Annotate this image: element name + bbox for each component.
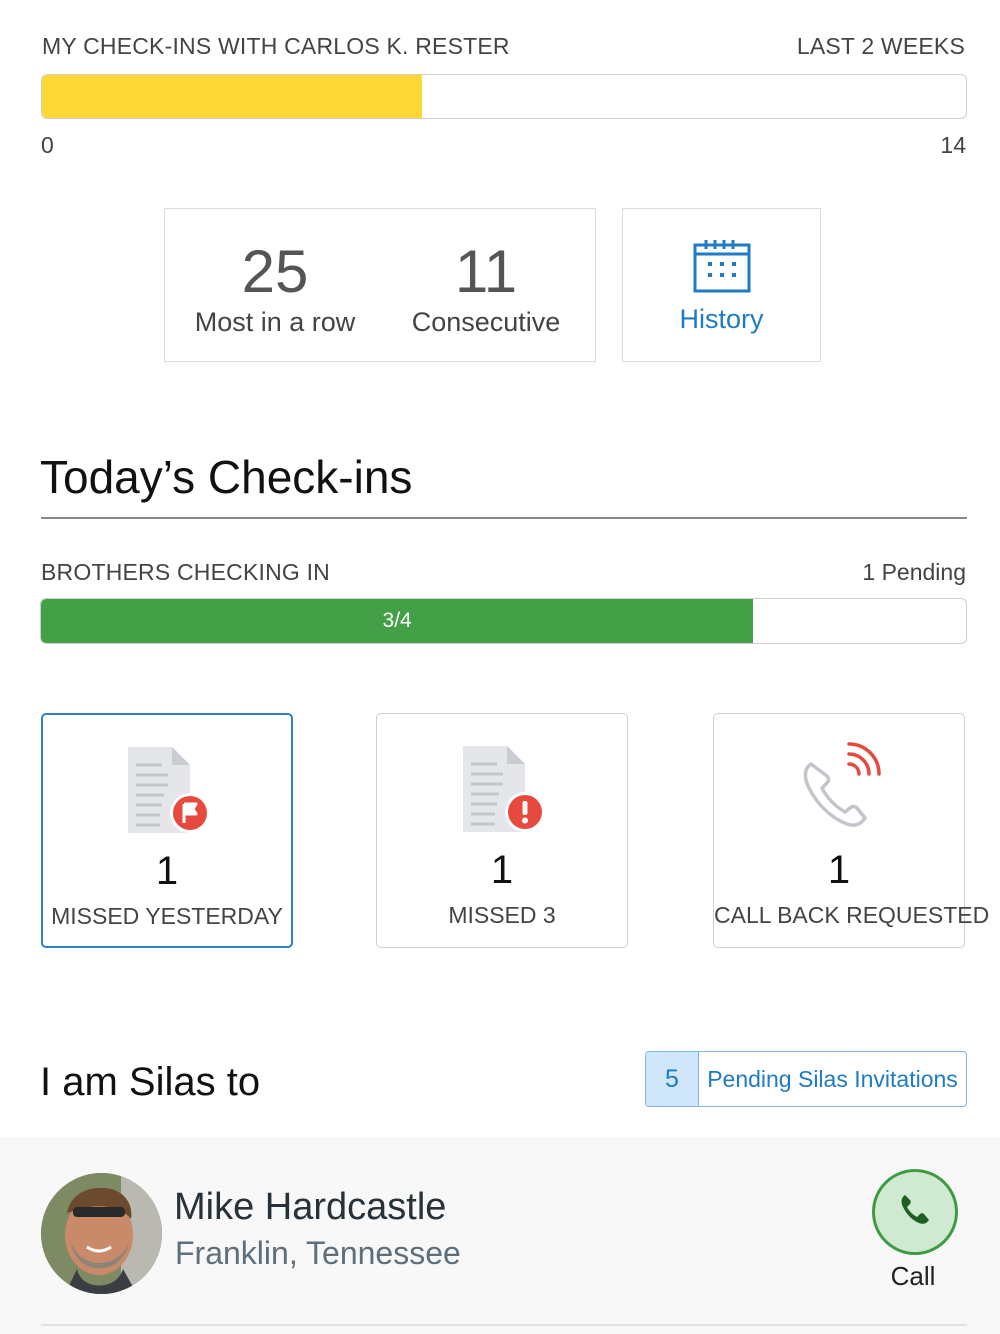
consecutive-label: Consecutive	[411, 307, 561, 337]
todays-checkins-heading: Today’s Check-ins	[40, 451, 413, 503]
divider	[41, 1324, 967, 1326]
missed-yesterday-card[interactable]: 1 MISSED YESTERDAY	[41, 713, 293, 948]
consecutive-stat: 11 Consecutive	[401, 237, 571, 337]
checkins-progress-bar	[41, 74, 967, 119]
most-in-a-row-label: Most in a row	[194, 307, 356, 337]
divider	[41, 517, 967, 519]
streak-stats: 25 Most in a row 11 Consecutive	[164, 208, 596, 362]
missed-3-count: 1	[490, 848, 514, 892]
call-back-requested-card[interactable]: 1 CALL BACK REQUESTED	[713, 713, 990, 948]
history-label: History	[679, 304, 764, 334]
invite-count-badge: 5	[646, 1052, 699, 1106]
missed-3-card[interactable]: 1 MISSED 3	[376, 713, 628, 948]
document-alert-icon	[377, 742, 627, 834]
missed-yesterday-count: 1	[155, 849, 179, 893]
progress-min-label: 0	[41, 132, 54, 158]
missed-yesterday-label: MISSED YESTERDAY	[51, 903, 283, 929]
call-button[interactable]	[872, 1169, 958, 1255]
call-back-label: CALL BACK REQUESTED	[714, 902, 990, 928]
progress-max-label: 14	[940, 132, 966, 158]
consecutive-value: 11	[454, 238, 518, 305]
calendar-icon	[693, 239, 751, 298]
history-button[interactable]: History	[622, 208, 821, 362]
brothers-checking-in-label: BROTHERS CHECKING IN	[41, 559, 330, 585]
checkins-title: MY CHECK-INS WITH CARLOS K. RESTER	[42, 33, 510, 59]
most-in-a-row-value: 25	[241, 238, 309, 305]
pending-invitations-button[interactable]: 5 Pending Silas Invitations	[645, 1051, 967, 1107]
brothers-progress-bar: 3/4	[40, 598, 967, 644]
missed-3-label: MISSED 3	[448, 902, 556, 928]
phone-icon	[897, 1192, 933, 1233]
phone-ringing-icon	[714, 742, 964, 834]
checkins-progress-fill	[42, 75, 422, 118]
call-back-count: 1	[827, 848, 851, 892]
invite-label: Pending Silas Invitations	[707, 1065, 958, 1092]
contact-name: Mike Hardcastle	[174, 1186, 447, 1228]
pending-count: 1 Pending	[862, 559, 966, 585]
silas-heading: I am Silas to	[40, 1060, 261, 1104]
call-label: Call	[890, 1261, 936, 1291]
brothers-progress-text: 3/4	[382, 609, 412, 632]
document-flag-icon	[43, 743, 291, 835]
range-label: LAST 2 WEEKS	[796, 33, 965, 59]
contact-location: Franklin, Tennessee	[175, 1235, 461, 1271]
most-in-a-row-stat: 25 Most in a row	[185, 237, 365, 337]
avatar	[41, 1173, 162, 1294]
